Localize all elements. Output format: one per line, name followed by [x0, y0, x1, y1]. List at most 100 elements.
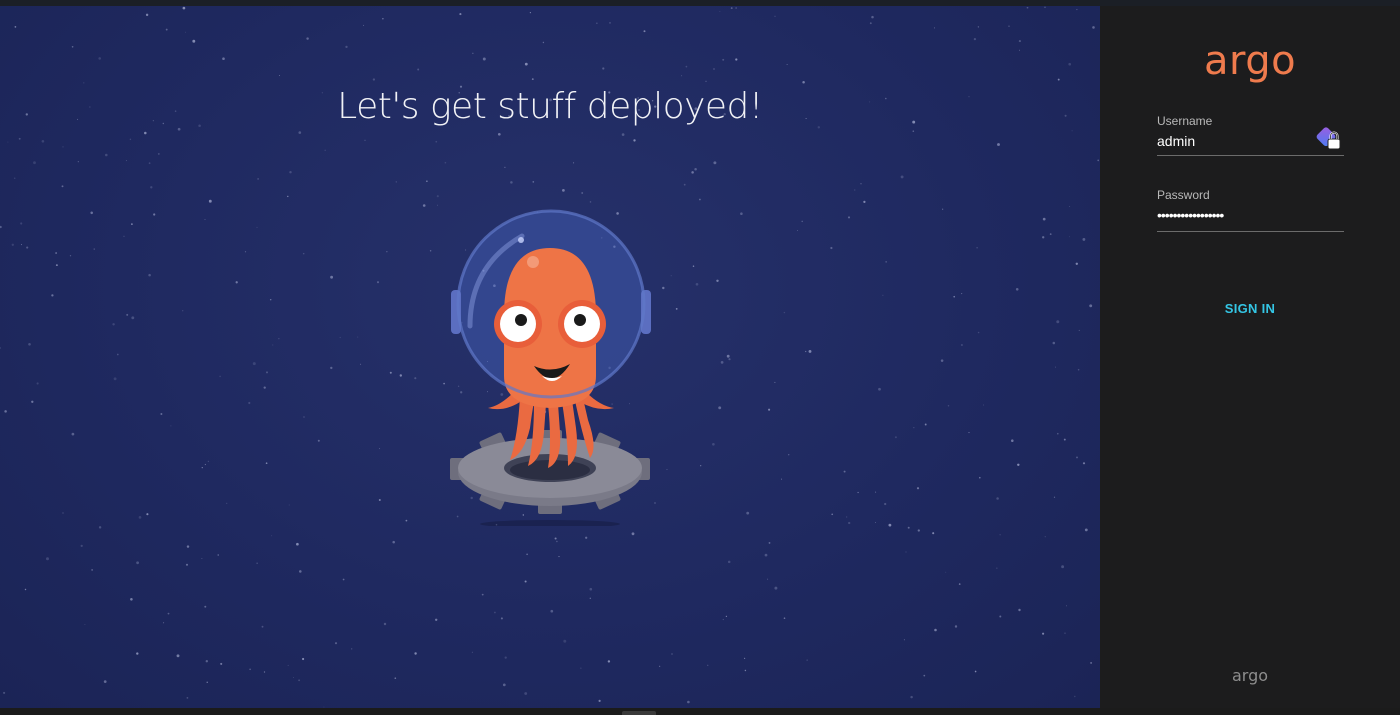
- star-dot: [945, 571, 947, 573]
- star-dot: [357, 336, 359, 338]
- star-dot: [345, 45, 348, 49]
- star-dot: [550, 609, 554, 613]
- star-dot: [694, 168, 697, 171]
- sign-in-button[interactable]: SIGN IN: [1190, 296, 1310, 320]
- star-dot: [123, 235, 125, 237]
- star-dot: [977, 26, 980, 28]
- star-dot: [83, 82, 85, 84]
- star-dot: [55, 264, 58, 267]
- star-dot: [435, 140, 438, 143]
- star-dot: [744, 657, 746, 660]
- star-dot: [185, 563, 189, 566]
- star-dot: [529, 12, 531, 14]
- star-dot: [112, 323, 115, 326]
- star-dot: [287, 195, 289, 198]
- star-dot: [379, 448, 381, 450]
- star-dot: [157, 152, 160, 155]
- star-dot: [235, 281, 238, 284]
- star-dot: [947, 405, 950, 407]
- star-dot: [954, 625, 958, 628]
- star-dot: [205, 660, 208, 663]
- password-field: Password: [1157, 188, 1344, 232]
- star-dot: [671, 653, 673, 655]
- star-dot: [1042, 632, 1045, 635]
- star-dot: [482, 57, 486, 61]
- star-dot: [296, 542, 299, 546]
- star-dot: [796, 230, 798, 232]
- star-dot: [389, 371, 392, 374]
- star-dot: [125, 160, 127, 162]
- star-dot: [562, 189, 565, 192]
- star-dot: [472, 52, 474, 54]
- star-dot: [691, 171, 694, 174]
- star-dot: [103, 680, 107, 683]
- star-dot: [80, 544, 83, 548]
- star-dot: [317, 439, 320, 442]
- star-dot: [681, 75, 683, 77]
- star-dot: [670, 275, 672, 277]
- star-dot: [524, 62, 528, 66]
- star-dot: [11, 243, 14, 246]
- star-dot: [843, 470, 846, 473]
- star-dot: [298, 679, 300, 682]
- star-dot: [976, 247, 978, 249]
- star-dot: [596, 22, 598, 24]
- password-lock-icon[interactable]: [1316, 126, 1344, 159]
- star-dot: [182, 6, 186, 10]
- star-dot: [1089, 304, 1093, 308]
- star-dot: [3, 691, 6, 694]
- star-dot: [165, 28, 168, 31]
- star-dot: [860, 183, 862, 185]
- star-dot: [863, 200, 866, 204]
- password-label: Password: [1157, 188, 1210, 202]
- star-dot: [1015, 287, 1019, 291]
- star-dot: [1064, 632, 1066, 634]
- star-dot: [705, 80, 707, 82]
- star-dot: [417, 68, 420, 71]
- star-dot: [1017, 463, 1020, 467]
- password-input[interactable]: [1157, 207, 1344, 232]
- star-dot: [542, 41, 545, 44]
- star-dot: [687, 700, 690, 704]
- star-dot: [31, 400, 34, 403]
- star-dot: [857, 491, 859, 494]
- star-dot: [1018, 608, 1021, 612]
- star-dot: [20, 222, 23, 225]
- star-dot: [558, 556, 560, 558]
- star-dot: [167, 612, 170, 615]
- star-dot: [244, 251, 247, 253]
- star-dot: [1092, 26, 1095, 29]
- star-dot: [1061, 565, 1065, 569]
- star-dot: [386, 251, 388, 253]
- star-dot: [740, 212, 743, 215]
- star-dot: [24, 588, 27, 591]
- star-dot: [974, 670, 977, 673]
- star-dot: [869, 22, 872, 25]
- star-dot: [62, 512, 64, 514]
- star-dot: [306, 37, 309, 40]
- argo-logo: argo: [1203, 38, 1297, 84]
- star-dot: [497, 132, 501, 136]
- star-dot: [1097, 159, 1100, 162]
- star-dot: [1082, 462, 1086, 465]
- star-dot: [1074, 695, 1076, 698]
- star-dot: [383, 622, 387, 626]
- star-dot: [735, 7, 737, 9]
- star-dot: [1063, 438, 1066, 441]
- star-dot: [378, 498, 381, 502]
- star-dot: [923, 674, 926, 677]
- star-dot: [960, 343, 963, 347]
- star-dot: [1057, 432, 1059, 435]
- star-dot: [934, 628, 937, 632]
- star-dot: [774, 586, 778, 590]
- star-dot: [768, 541, 771, 544]
- star-dot: [405, 519, 408, 522]
- star-dot: [269, 298, 272, 301]
- star-dot: [719, 10, 721, 12]
- star-dot: [831, 513, 834, 516]
- star-dot: [265, 371, 269, 374]
- star-dot: [62, 146, 64, 148]
- star-dot: [532, 181, 535, 183]
- star-dot: [271, 535, 273, 537]
- star-dot: [129, 138, 132, 141]
